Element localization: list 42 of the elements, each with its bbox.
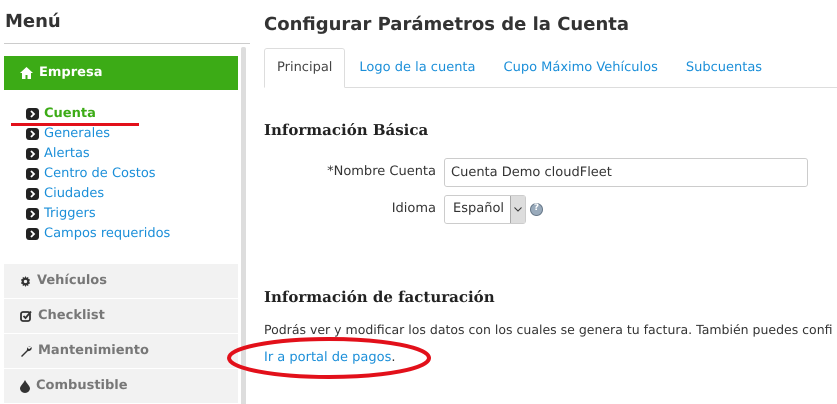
- menu-section-header[interactable]: Checklist: [4, 299, 238, 333]
- menu-link[interactable]: Alertas: [44, 146, 90, 162]
- menu-link[interactable]: Triggers: [44, 206, 96, 222]
- billing-link-line: Ir a portal de pagos.: [264, 350, 396, 365]
- scrollbar[interactable]: [241, 47, 246, 404]
- chevron-icon: [26, 148, 39, 160]
- chevron-icon: [26, 128, 39, 140]
- wrench-icon: [20, 345, 32, 357]
- menu-title: Menú: [4, 0, 250, 44]
- section-heading: Información Básica: [264, 120, 430, 141]
- tab[interactable]: Cupo Máximo Vehículos: [490, 48, 672, 87]
- menu-link[interactable]: Ciudades: [44, 186, 104, 202]
- billing-description: Podrás ver y modificar los datos con los cuales se genera tu factura. También puedes confi: [264, 321, 834, 339]
- payment-portal-link[interactable]: Ir a portal de pagos: [264, 350, 392, 365]
- checkbox-icon: [20, 310, 32, 322]
- caret-icon: [514, 206, 522, 212]
- chevron-icon: [26, 108, 39, 120]
- menu-link[interactable]: Generales: [44, 126, 110, 142]
- input-field[interactable]: Cuenta Demo cloudFleet: [444, 158, 808, 186]
- page-title: Configurar Parámetros de la Cuenta: [264, 13, 630, 37]
- tab[interactable]: Subcuentas: [672, 48, 776, 87]
- menu-section-header[interactable]: Vehículos: [4, 264, 238, 298]
- chevron-icon: [26, 228, 39, 240]
- field-label: *Nombre Cuenta: [326, 163, 436, 182]
- chevron-icon: [26, 168, 39, 180]
- gear-icon: [20, 276, 31, 286]
- menu-link[interactable]: Centro de Costos: [44, 166, 156, 182]
- menu-section-header[interactable]: Mantenimiento: [4, 334, 238, 368]
- menu-link[interactable]: Campos requeridos: [44, 226, 170, 242]
- drop-icon: [20, 380, 30, 392]
- chevron-icon: [26, 188, 39, 200]
- menu-section-header[interactable]: Empresa: [4, 56, 238, 90]
- menu-section-header[interactable]: Combustible: [4, 369, 238, 403]
- tab[interactable]: Logo de la cuenta: [345, 48, 490, 87]
- section-heading: Información de facturación: [264, 286, 496, 308]
- tab[interactable]: Principal: [264, 48, 346, 88]
- menu-link[interactable]: Cuenta: [44, 106, 96, 122]
- language-select[interactable]: Español: [444, 194, 526, 224]
- field-label: Idioma: [390, 200, 436, 218]
- chevron-icon: [26, 208, 39, 220]
- home-icon: [20, 67, 33, 79]
- help-icon[interactable]: ?: [530, 202, 544, 216]
